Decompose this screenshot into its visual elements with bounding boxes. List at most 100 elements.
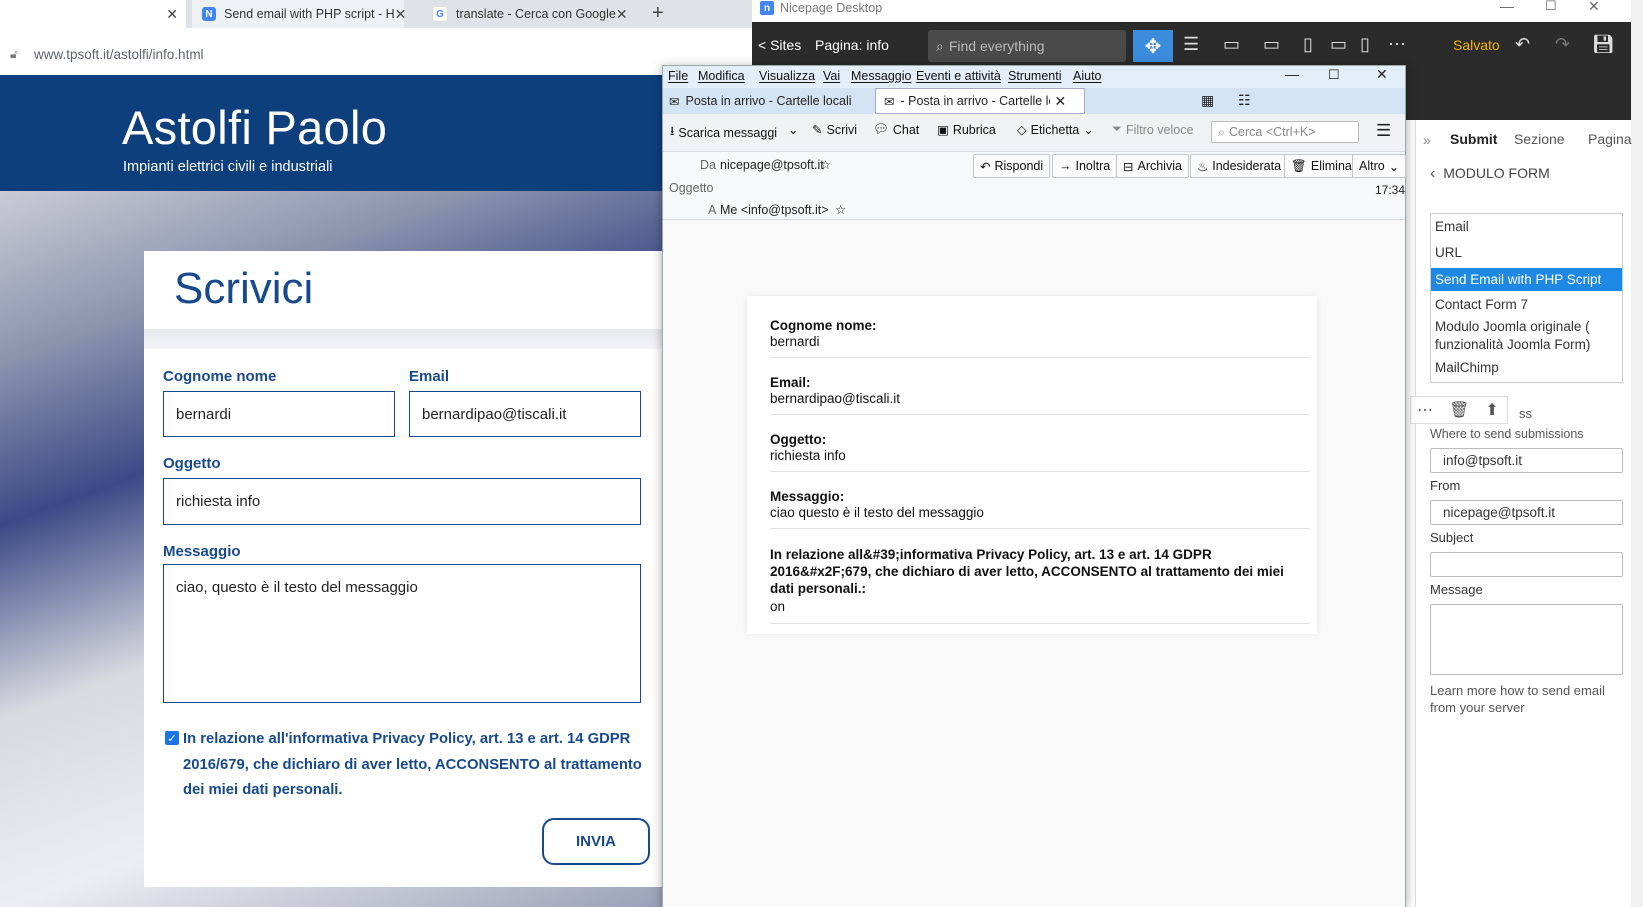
menu-vai[interactable]: Vai xyxy=(823,69,840,83)
arrow-up-icon[interactable]: ⬆︎ xyxy=(1485,400,1498,420)
tablet-landscape-icon[interactable]: ▭ xyxy=(1330,34,1347,55)
collapse-panel-icon[interactable]: » xyxy=(1423,132,1431,148)
close-tab-icon[interactable]: ✕ xyxy=(166,6,186,23)
to-label: A xyxy=(708,203,717,217)
menu-file[interactable]: File xyxy=(668,69,688,83)
tasks-icon[interactable]: ☷ xyxy=(1238,92,1251,109)
tab-section[interactable]: Sezione xyxy=(1514,131,1565,147)
to-address[interactable]: Me <info@tpsoft.it> xyxy=(720,203,829,217)
close-window-icon[interactable]: ✕ xyxy=(1588,0,1600,15)
subject-input[interactable] xyxy=(1430,552,1623,577)
tab-inbox-folder[interactable]: ✉︎ Posta in arrivo - Cartelle locali xyxy=(669,88,869,114)
write-button[interactable]: ✎ Scrivi xyxy=(812,122,857,138)
menu-aiuto[interactable]: Aiuto xyxy=(1073,69,1102,83)
redo-icon[interactable]: ↷ xyxy=(1555,34,1570,55)
address-book-button[interactable]: ▣ Rubrica xyxy=(937,122,996,138)
flame-icon: ♨ xyxy=(1197,159,1209,174)
app-menu-icon[interactable]: ☰ xyxy=(1376,121,1391,141)
calendar-icon[interactable]: ▦ xyxy=(1201,92,1214,109)
envelope-icon: ✉︎ xyxy=(884,94,895,109)
menu-messaggio[interactable]: Messaggio xyxy=(851,69,911,83)
star-icon[interactable]: ☆ xyxy=(835,202,846,217)
minimize-icon[interactable]: — xyxy=(1500,0,1514,14)
option-email[interactable]: Email xyxy=(1435,219,1469,234)
submit-button[interactable]: INVIA xyxy=(542,818,650,865)
more-icon[interactable]: ⋯ xyxy=(1388,34,1406,55)
reply-label: Rispondi xyxy=(994,159,1044,173)
undo-icon[interactable]: ↶ xyxy=(1515,34,1530,55)
menu-strumenti[interactable]: Strumenti xyxy=(1008,69,1062,83)
option-url[interactable]: URL xyxy=(1435,245,1462,260)
tab-message[interactable]: ✉︎ - Posta in arrivo - Cartelle lo ✕ xyxy=(875,88,1085,114)
floating-toolbar: ⋯ 🗑︎ ⬆︎ xyxy=(1410,396,1508,424)
message-field: Messaggio: ciao questo è il testo del me… xyxy=(770,489,1310,529)
from-label: Da xyxy=(700,158,716,172)
tab-page[interactable]: Pagina xyxy=(1588,131,1632,147)
more-options-icon[interactable]: ⋯ xyxy=(1417,400,1433,420)
laptop-icon[interactable]: ▭ xyxy=(1263,34,1280,55)
browser-tab-google[interactable]: G translate - Cerca con Google ✕ xyxy=(422,0,632,28)
nicepage-logo-icon: n xyxy=(760,1,774,15)
from-address[interactable]: nicepage@tpsoft.it xyxy=(720,158,824,172)
new-tab-icon[interactable]: + xyxy=(652,2,664,25)
name-input[interactable]: bernardi xyxy=(163,391,395,437)
browser-tab-nicepage-doc[interactable]: N Send email with PHP script - H ✕ xyxy=(192,0,406,28)
star-icon[interactable]: ☆ xyxy=(820,157,831,172)
delete-button[interactable]: 🗑︎ Elimina xyxy=(1284,154,1359,178)
pencil-icon: ✎ xyxy=(812,123,823,137)
get-messages-dropdown[interactable]: ⌄ xyxy=(788,122,798,137)
move-tool-icon[interactable]: ✥ xyxy=(1133,30,1173,62)
option-joomla[interactable]: Modulo Joomla originale ( funzionalità J… xyxy=(1435,318,1615,354)
more-button[interactable]: Altro ⌄ xyxy=(1352,154,1407,178)
mail-search-placeholder: Cerca <Ctrl+K> xyxy=(1229,125,1316,139)
from-input[interactable]: nicepage@tpsoft.it xyxy=(1430,500,1623,525)
close-window-icon[interactable]: ✕ xyxy=(1376,66,1388,83)
option-mailchimp[interactable]: MailChimp xyxy=(1435,360,1499,375)
close-tab-icon[interactable]: ✕ xyxy=(395,6,415,23)
forward-button[interactable]: → Inoltra xyxy=(1052,154,1118,178)
message-field: Oggetto: richiesta info xyxy=(770,432,1310,472)
subject-input[interactable]: richiesta info xyxy=(163,478,641,525)
menu-eventi[interactable]: Eventi e attività xyxy=(916,69,1001,83)
close-tab-icon[interactable]: ✕ xyxy=(616,6,636,23)
tag-button[interactable]: ◇ Etichetta ⌄ xyxy=(1017,122,1094,138)
get-messages-button[interactable]: ⭳ Scarica messaggi xyxy=(670,122,777,143)
address-bar[interactable]: 🔓︎ www.tpsoft.it/astolfi/info.html xyxy=(0,40,752,70)
quick-filter-button[interactable]: ⏷ Filtro veloce xyxy=(1112,122,1193,137)
back-to-form-link[interactable]: ‹ MODULO FORM xyxy=(1430,165,1550,183)
option-php-script[interactable]: Send Email with PHP Script xyxy=(1431,268,1622,291)
trash-icon[interactable]: 🗑︎ xyxy=(1449,400,1469,420)
tablet-icon[interactable]: ▯ xyxy=(1303,34,1313,55)
tab-label: - Posta in arrivo - Cartelle lo xyxy=(900,94,1051,108)
tab-submit[interactable]: Submit xyxy=(1450,131,1497,147)
minimize-icon[interactable]: — xyxy=(1285,66,1299,82)
desktop-icon[interactable]: ▭ xyxy=(1223,34,1240,55)
email-input[interactable]: bernardipao@tiscali.it xyxy=(409,391,641,437)
archive-button[interactable]: ⊟ Archivia xyxy=(1116,154,1189,178)
option-contact-form-7[interactable]: Contact Form 7 xyxy=(1435,297,1528,312)
find-everything-input[interactable]: ⌕ Find everything xyxy=(928,30,1126,62)
trash-icon: 🗑︎ xyxy=(1291,158,1307,173)
url-text: www.tpsoft.it/astolfi/info.html xyxy=(34,47,204,62)
field-key: Oggetto: xyxy=(770,432,827,447)
message-input[interactable] xyxy=(1430,604,1623,675)
where-input[interactable]: info@tpsoft.it xyxy=(1430,448,1623,473)
page-selector[interactable]: Pagina: info xyxy=(815,37,889,53)
help-text[interactable]: Learn more how to send email from your s… xyxy=(1430,682,1630,716)
sites-link[interactable]: < Sites xyxy=(758,37,801,53)
menu-modifica[interactable]: Modifica xyxy=(698,69,745,83)
phone-icon[interactable]: ▯ xyxy=(1360,34,1370,55)
privacy-checkbox[interactable]: ✓ xyxy=(165,731,179,745)
reply-button[interactable]: ↶ Rispondi xyxy=(973,154,1051,178)
save-icon[interactable]: 💾︎ xyxy=(1592,34,1615,55)
message-textarea[interactable]: ciao, questo è il testo del messaggio xyxy=(163,564,641,703)
junk-button[interactable]: ♨ Indesiderata xyxy=(1190,154,1289,178)
browser-tab-blank[interactable]: ✕ xyxy=(0,0,186,28)
layers-icon[interactable]: ☰ xyxy=(1183,34,1199,55)
mail-search-input[interactable]: ⌕ Cerca <Ctrl+K> xyxy=(1211,121,1359,143)
close-tab-icon[interactable]: ✕ xyxy=(1054,93,1066,110)
maximize-icon[interactable]: ☐ xyxy=(1328,67,1340,83)
chat-button[interactable]: 💬︎ Chat xyxy=(873,122,919,137)
menu-visualizza[interactable]: Visualizza xyxy=(759,69,815,83)
maximize-icon[interactable]: ☐ xyxy=(1545,0,1557,14)
